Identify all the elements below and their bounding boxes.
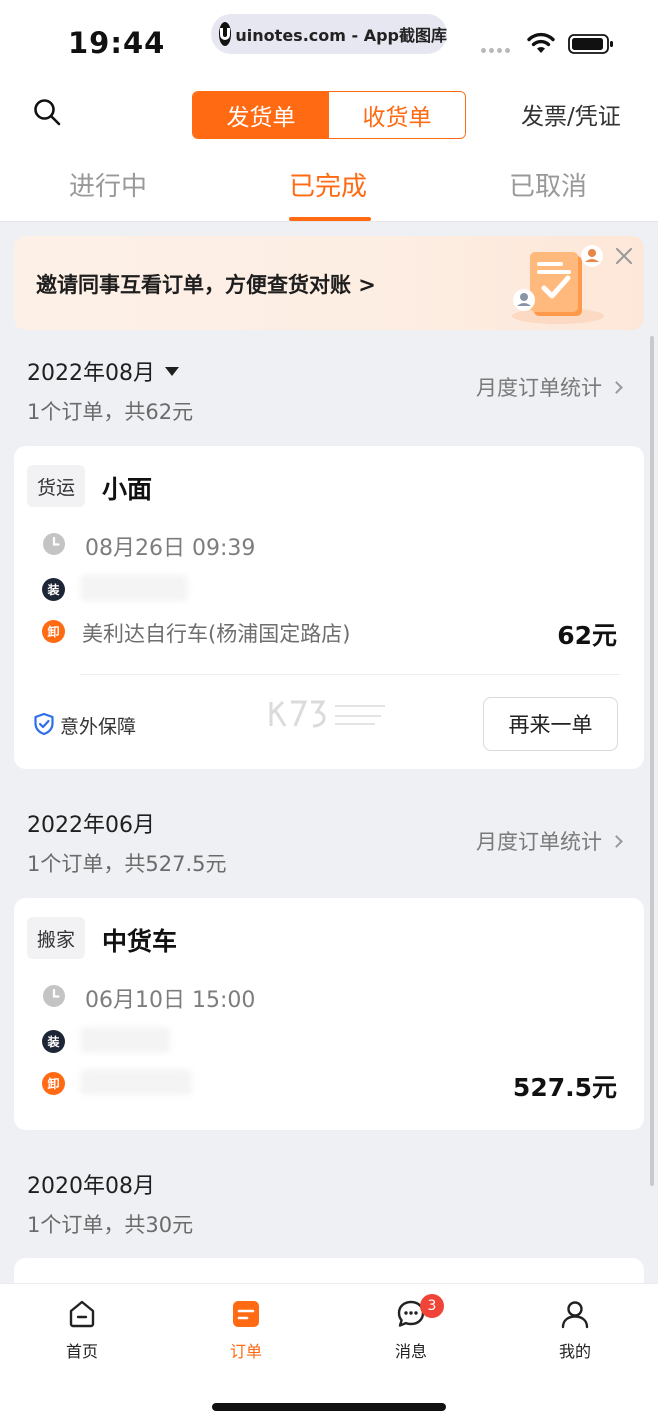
order-time: 08月26日 09:39 — [85, 536, 256, 561]
home-icon — [69, 1300, 95, 1328]
order-price: 62元 — [557, 621, 617, 650]
month-title: 2022年06月 — [27, 813, 155, 838]
month-summary: 1个订单，共527.5元 — [27, 852, 227, 876]
reorder-button[interactable]: 再来一单 — [483, 697, 618, 751]
order-price: 527.5元 — [512, 1073, 617, 1102]
nav-label: 首页 — [65, 1342, 98, 1361]
clock-icon — [43, 533, 65, 555]
stats-link-label: 月度订单统计 — [476, 830, 602, 854]
status-bar: 19:44 uinotes.com - App截图库 — [0, 0, 658, 80]
chevron-right-icon — [610, 834, 623, 848]
watermark-logo — [269, 700, 385, 728]
monthly-stats-link[interactable]: 月度订单统计 — [476, 372, 623, 402]
close-icon[interactable] — [614, 246, 634, 266]
month-summary: 1个订单，共30元 — [27, 1213, 194, 1237]
cellular-signal-icon — [481, 48, 510, 53]
tab-cancelled[interactable]: 已取消 — [509, 166, 587, 203]
tab-send-orders[interactable]: 发货单 — [193, 92, 329, 138]
search-icon[interactable] — [32, 97, 62, 127]
load-address-redacted — [80, 1027, 170, 1053]
url-text: uinotes.com - App截图库 — [235, 26, 447, 45]
nav-orders[interactable]: 订单 — [201, 1298, 291, 1362]
nav-label: 消息 — [394, 1342, 427, 1361]
chevron-right-icon — [610, 380, 623, 394]
nav-messages[interactable]: 3 消息 — [366, 1294, 456, 1362]
unload-marker: 卸 — [42, 620, 65, 643]
nav-label: 订单 — [229, 1342, 262, 1361]
order-check-illustration — [512, 245, 604, 324]
invoice-link[interactable]: 发票/凭证 — [521, 97, 621, 131]
site-logo-icon — [219, 22, 232, 46]
banner-text: 邀请同事互看订单，方便查货对账 > — [36, 273, 376, 297]
month-selector[interactable]: 2022年08月 — [27, 355, 179, 387]
wifi-icon — [527, 32, 555, 53]
orders-icon — [233, 1301, 259, 1327]
order-type-badge: 搬家 — [27, 917, 86, 959]
active-tab-indicator — [289, 217, 371, 221]
insurance-label[interactable]: 意外保障 — [60, 712, 136, 739]
profile-icon — [561, 1301, 589, 1329]
monthly-stats-link[interactable]: 月度订单统计 — [476, 826, 623, 856]
unload-address: 美利达自行车(杨浦国定路店) — [82, 622, 351, 646]
vehicle-type: 中货车 — [102, 927, 178, 956]
nav-profile[interactable]: 我的 — [530, 1298, 620, 1362]
divider — [80, 674, 620, 675]
load-address-redacted — [80, 575, 188, 601]
load-marker: 装 — [42, 1030, 65, 1053]
order-card[interactable]: 货运 小面 08月26日 09:39 装 卸 美利达自行车(杨浦国定路店) 62… — [14, 446, 644, 769]
order-type-switch: 发货单 收货单 — [192, 91, 466, 139]
shield-icon — [34, 712, 54, 736]
order-type-badge: 货运 — [27, 465, 86, 507]
vehicle-type: 小面 — [102, 475, 153, 504]
status-time: 19:44 — [68, 26, 166, 60]
tab-in-progress[interactable]: 进行中 — [69, 166, 147, 203]
nav-label: 我的 — [558, 1342, 591, 1361]
tab-receive-orders[interactable]: 收货单 — [329, 92, 465, 138]
caret-down-icon — [164, 366, 179, 376]
load-marker: 装 — [42, 578, 65, 601]
url-pill[interactable]: uinotes.com - App截图库 — [211, 14, 447, 54]
scrollbar[interactable] — [650, 336, 654, 1186]
order-time: 06月10日 15:00 — [85, 988, 256, 1013]
invite-banner[interactable]: 邀请同事互看订单，方便查货对账 > — [14, 236, 644, 330]
clock-icon — [43, 985, 65, 1007]
header: 发货单 收货单 发票/凭证 进行中 已完成 已取消 — [0, 80, 658, 222]
month-summary: 1个订单，共62元 — [27, 400, 194, 424]
battery-icon — [568, 34, 613, 54]
order-card[interactable]: 搬家 中货车 06月10日 15:00 装 卸 527.5元 — [14, 898, 644, 1130]
month-title: 2022年08月 — [27, 361, 155, 386]
unload-address-redacted — [80, 1069, 192, 1095]
month-title: 2020年08月 — [27, 1174, 155, 1199]
unread-badge: 3 — [420, 1294, 444, 1318]
stats-link-label: 月度订单统计 — [476, 376, 602, 400]
tab-completed[interactable]: 已完成 — [289, 166, 367, 203]
unload-marker: 卸 — [42, 1072, 65, 1095]
home-indicator — [212, 1403, 446, 1411]
nav-home[interactable]: 首页 — [37, 1298, 127, 1362]
